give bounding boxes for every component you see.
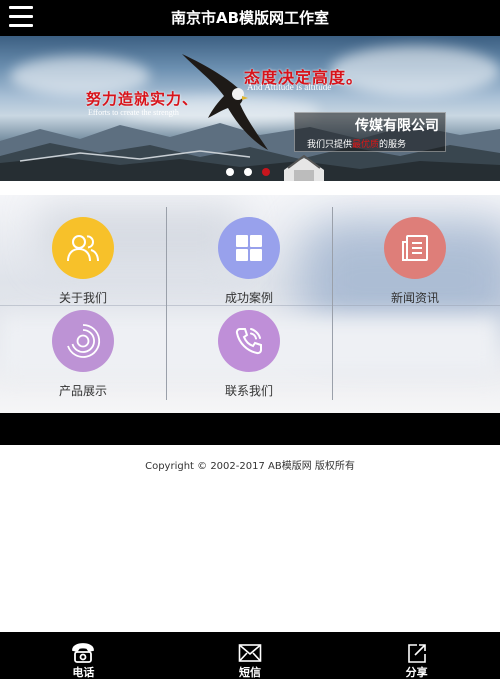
hero-banner[interactable]: 态度决定高度。 And Attitude is altitude 努力造就实力、…: [0, 36, 500, 181]
share-icon: [407, 644, 426, 663]
users-icon: [52, 217, 114, 279]
telephone-icon: [72, 643, 95, 663]
divider-bar: [0, 413, 500, 445]
company-name: 传媒有限公司: [355, 118, 439, 134]
site-title: 南京市AB模版网工作室: [170, 9, 330, 27]
share-button[interactable]: 分享: [333, 632, 500, 679]
disc-icon: [52, 310, 114, 372]
company-tagline: 我们只提供最优质的服务: [307, 140, 407, 150]
footer-label: 电话: [72, 666, 95, 679]
copyright-text: Copyright © 2002-2017 AB模版网 版权所有: [145, 461, 355, 472]
nav-item-news[interactable]: 新闻资讯: [332, 195, 498, 305]
carousel-dot-3[interactable]: [262, 168, 270, 176]
sms-button[interactable]: 短信: [167, 632, 334, 679]
carousel-dot-1[interactable]: [226, 168, 234, 176]
carousel-dot-2[interactable]: [244, 168, 252, 176]
nav-item-contact[interactable]: 联系我们: [166, 288, 332, 398]
building-image: [284, 154, 324, 181]
nav-label: 联系我们: [224, 384, 273, 398]
nav-label: 产品展示: [58, 384, 107, 398]
phone-icon: [218, 310, 280, 372]
top-header: 南京市AB模版网工作室: [0, 0, 500, 36]
company-tag-box: 传媒有限公司 我们只提供最优质的服务: [294, 112, 446, 152]
grid-icon: [218, 217, 280, 279]
nav-item-products[interactable]: 产品展示: [0, 288, 166, 398]
footer-label: 分享: [405, 666, 428, 679]
nav-label: 新闻资讯: [390, 291, 439, 305]
document-icon: [384, 217, 446, 279]
nav-item-cases[interactable]: 成功案例: [166, 195, 332, 305]
bottom-toolbar: 电话 短信 分享: [0, 632, 500, 679]
call-button[interactable]: 电话: [0, 632, 167, 679]
footer-label: 短信: [239, 666, 261, 679]
carousel-dots: [226, 168, 270, 176]
slogan-left: 努力造就实力、: [86, 90, 199, 108]
slogan-right-en: And Attitude is altitude: [247, 82, 332, 92]
nav-item-about[interactable]: 关于我们: [0, 195, 166, 305]
slogan-left-en: Efforts to create the strength: [88, 108, 179, 117]
envelope-icon: [238, 644, 262, 662]
nav-grid: 关于我们 成功案例 新闻资讯 产品展示 联系我们: [0, 195, 500, 413]
